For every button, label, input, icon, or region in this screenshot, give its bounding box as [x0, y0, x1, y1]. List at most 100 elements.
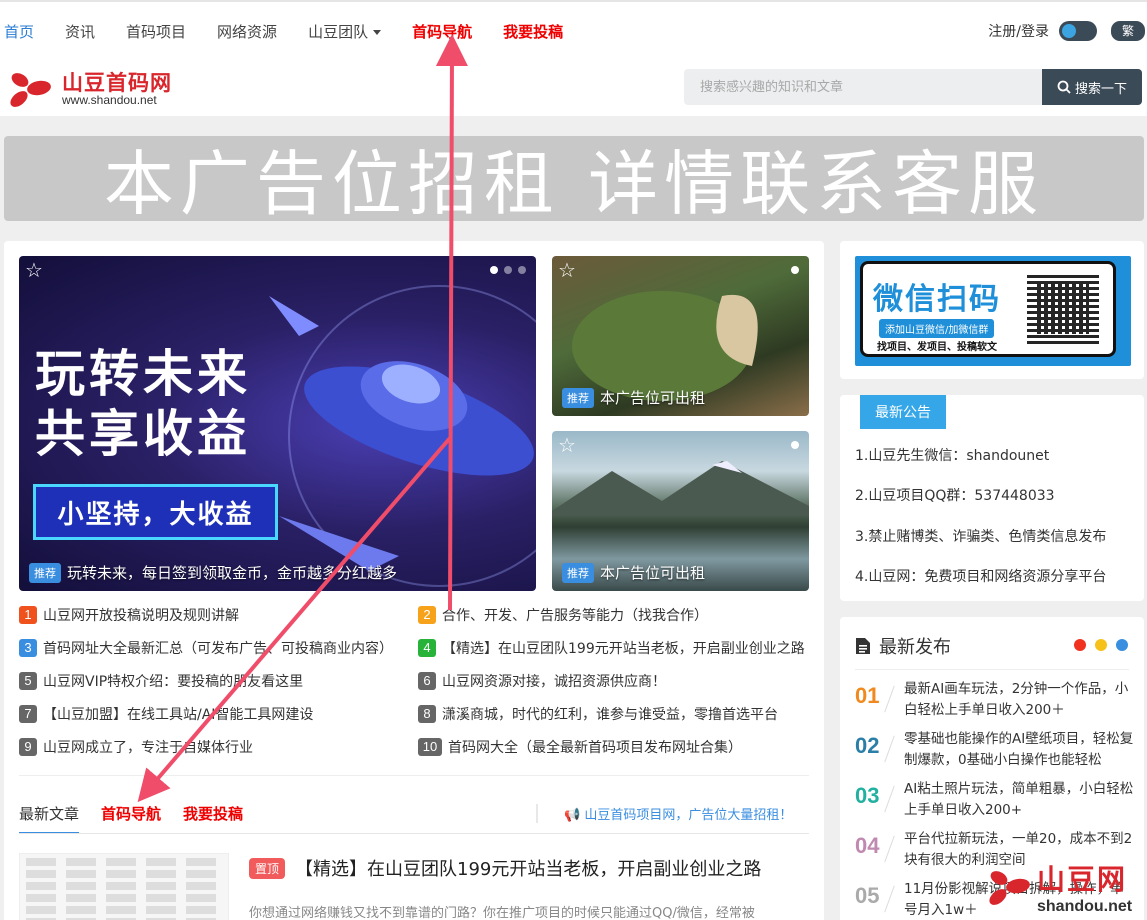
ad-banner[interactable]: 本广告位招租 详情联系客服: [4, 136, 1144, 221]
nav-item-label: 我要投稿: [503, 22, 564, 41]
nav-item-5[interactable]: 首码导航: [412, 21, 472, 42]
article-title[interactable]: 置顶 【精选】在山豆团队199元开站当老板，开启副业创业之路: [249, 855, 761, 881]
tab-2[interactable]: 我要投稿: [183, 803, 243, 834]
article-thumbnail[interactable]: [19, 853, 229, 920]
latest-heading-text: 最新发布: [879, 637, 951, 658]
list-item-text: 合作、开发、广告服务等能力（找我合作）: [442, 608, 708, 624]
bean-logo-icon: [989, 871, 1030, 905]
thumb-row: [26, 882, 222, 890]
main-panel: 玩转未来 共享收益 小坚持，大收益 ☆ 推荐 玩转未来，每日签到领取金币，金币越…: [4, 241, 824, 920]
list-item[interactable]: 5 山豆网VIP特权介绍：要投稿的朋友看这里: [19, 671, 303, 691]
wechat-qr-card: 微信扫码 添加山豆微信/加微信群 找项目、发项目、投稿软文: [840, 241, 1144, 379]
list-item[interactable]: 2 合作、开发、广告服务等能力（找我合作）: [418, 605, 708, 625]
color-dot[interactable]: [1095, 639, 1107, 651]
list-item-text: 潇溪商城，时代的红利，谁参与谁受益，零撸首选平台: [442, 707, 778, 723]
latest-rank: 03: [855, 783, 880, 808]
toggle-knob: [1062, 24, 1076, 38]
latest-rank: 01: [855, 683, 880, 708]
nav-item-label: 首页: [4, 22, 35, 41]
list-item[interactable]: 8 潇溪商城，时代的红利，谁参与谁受益，零撸首选平台: [418, 704, 778, 724]
nav-item-1[interactable]: 资讯: [65, 21, 95, 42]
article-title-text: 【精选】在山豆团队199元开站当老板，开启副业创业之路: [295, 859, 762, 880]
list-item[interactable]: 4 【精选】在山豆团队199元开站当老板，开启副业创业之路: [418, 638, 805, 658]
notice-item[interactable]: 3.禁止赌博类、诈骗类、色情类信息发布: [855, 526, 1106, 546]
thumb-row: [26, 870, 222, 878]
main-carousel-slide[interactable]: 玩转未来 共享收益 小坚持，大收益 ☆ 推荐 玩转未来，每日签到领取金币，金币越…: [19, 256, 536, 591]
list-item[interactable]: 10 首码网大全（最全最新首码项目发布网址合集）: [418, 737, 742, 757]
notice-item[interactable]: 2.山豆项目QQ群：537448033: [855, 485, 1055, 505]
nav-item-6[interactable]: 我要投稿: [503, 21, 563, 42]
list-item[interactable]: 6 山豆网资源对接，诚招资源供应商！: [418, 671, 666, 691]
nav-item-label: 山豆团队: [308, 22, 369, 41]
carousel-dot[interactable]: [791, 266, 799, 274]
wechat-qr-banner[interactable]: 微信扫码 添加山豆微信/加微信群 找项目、发项目、投稿软文: [855, 256, 1131, 366]
thumb-row: [26, 858, 222, 866]
slide-caption[interactable]: 推荐 玩转未来，每日签到领取金币，金币越多分红越多: [29, 562, 397, 583]
carousel-dot[interactable]: [504, 266, 512, 274]
search-input[interactable]: [684, 69, 1042, 105]
list-item[interactable]: 7 【山豆加盟】在线工具站/AI智能工具网建设: [19, 704, 313, 724]
qr-subtitle: 添加山豆微信/加微信群: [879, 319, 995, 338]
search-button[interactable]: 搜索一下: [1042, 69, 1142, 105]
tab-0[interactable]: 最新文章: [19, 803, 80, 834]
login-link[interactable]: 注册/登录: [988, 21, 1049, 41]
nav-item-label: 网络资源: [217, 22, 278, 41]
nav-item-4[interactable]: 山豆团队: [308, 21, 382, 42]
nav-item-label: 首码导航: [412, 22, 473, 41]
latest-divider: [855, 669, 1129, 670]
notice-item[interactable]: 4.山豆网：免费项目和网络资源分享平台: [855, 566, 1106, 586]
list-item-text: 山豆网开放投稿说明及规则讲解: [43, 608, 239, 624]
pinned-tag: 置顶: [249, 857, 286, 879]
favorite-star-icon[interactable]: ☆: [25, 260, 43, 280]
carousel-dot[interactable]: [518, 266, 526, 274]
nav-item-0[interactable]: 首页: [4, 21, 34, 42]
latest-rank: 02: [855, 733, 880, 758]
slide-promo-box: 小坚持，大收益: [33, 484, 278, 540]
site-watermark: 山豆网 shandou.net: [985, 858, 1145, 918]
list-item-text: 山豆网资源对接，诚招资源供应商！: [442, 674, 666, 690]
traditional-chinese-button[interactable]: 繁: [1111, 21, 1145, 41]
site-header: 山豆首码网 www.shandou.net 搜索一下: [0, 60, 1147, 116]
tab-notice[interactable]: 📢 山豆首码项目网，广告位大量招租！: [536, 804, 792, 823]
latest-post-item[interactable]: 01 最新AI画车玩法，2分钟一个作品，小白轻松上手单日收入200＋: [855, 679, 1135, 723]
recommend-tag: 推荐: [562, 387, 594, 408]
article-excerpt: 你想通过网络赚钱又找不到靠谱的门路？你在推广项目的时候只能通过QQ/微信，经常被: [249, 906, 755, 920]
notice-item[interactable]: 1.山豆先生微信：shandounet: [855, 445, 1049, 465]
slide-headline-2: 共享收益: [35, 405, 251, 463]
slide-caption[interactable]: 推荐 本广告位可出租: [562, 387, 705, 408]
list-item[interactable]: 9 山豆网成立了，专注于自媒体行业: [19, 737, 253, 757]
favorite-star-icon[interactable]: ☆: [558, 435, 576, 455]
rank-badge: 4: [418, 639, 436, 657]
side-slide-leaf[interactable]: ☆ 推荐 本广告位可出租: [552, 256, 809, 416]
carousel-dots: [791, 266, 799, 274]
bean-logo-icon[interactable]: [6, 66, 56, 110]
list-item[interactable]: 1 山豆网开放投稿说明及规则讲解: [19, 605, 239, 625]
recommend-tag: 推荐: [562, 562, 594, 583]
list-item[interactable]: 3 首码网址大全最新汇总（可发布广告、可投稿商业内容）: [19, 638, 393, 658]
color-dot[interactable]: [1074, 639, 1086, 651]
list-item-text: 首码网大全（最全最新首码项目发布网址合集）: [448, 740, 742, 756]
tab-1[interactable]: 首码导航: [101, 803, 161, 834]
color-dot[interactable]: [1116, 639, 1128, 651]
nav-item-3[interactable]: 网络资源: [217, 21, 277, 42]
thumb-row: [26, 906, 222, 914]
slide-caption[interactable]: 推荐 本广告位可出租: [562, 562, 705, 583]
carousel-dot[interactable]: [490, 266, 498, 274]
rank-badge: 9: [19, 738, 37, 756]
theme-toggle[interactable]: [1059, 21, 1097, 41]
rank-badge: 6: [418, 672, 436, 690]
nav-item-2[interactable]: 首码项目: [126, 21, 186, 42]
carousel-dot[interactable]: [791, 441, 799, 449]
latest-post-title: 零基础也能操作的AI壁纸项目，轻松复制爆款，0基础小白操作也能轻松: [904, 731, 1134, 768]
carousel-dots: [490, 266, 526, 274]
search-icon: [1057, 80, 1071, 94]
document-icon: [856, 638, 870, 654]
favorite-star-icon[interactable]: ☆: [558, 260, 576, 280]
latest-post-item[interactable]: 03 AI粘土照片玩法，简单粗暴，小白轻松上手单日收入200+: [855, 779, 1135, 823]
slash-divider: [884, 735, 895, 763]
rank-badge: 3: [19, 639, 37, 657]
slash-divider: [884, 685, 895, 713]
side-slide-mountain[interactable]: ☆ 推荐 本广告位可出租: [552, 431, 809, 591]
slash-divider: [884, 885, 895, 913]
latest-post-item[interactable]: 02 零基础也能操作的AI壁纸项目，轻松复制爆款，0基础小白操作也能轻松: [855, 729, 1135, 773]
